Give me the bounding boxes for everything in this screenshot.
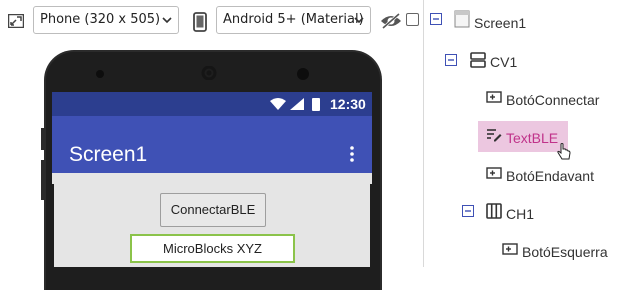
- tree-item-textble[interactable]: TextBLE: [506, 128, 558, 148]
- tree-item-boto-endavant[interactable]: BotóEndavant: [506, 166, 594, 186]
- tree-item-screen1[interactable]: Screen1: [474, 13, 526, 33]
- button-icon: [486, 91, 502, 103]
- theme-select[interactable]: Android 5+ (Material): [216, 6, 371, 34]
- chevron-down-icon: [354, 17, 364, 24]
- collapse-toggle-icon[interactable]: [445, 54, 457, 66]
- overflow-menu-icon[interactable]: [350, 146, 354, 162]
- device-size-value: Phone (320 x 505): [40, 12, 161, 27]
- chevron-down-icon: [162, 17, 172, 24]
- button-icon: [486, 167, 502, 179]
- viewer-panel: Phone (320 x 505) Android 5+ (Material): [0, 0, 423, 290]
- wifi-icon: [270, 98, 286, 110]
- signal-icon: [290, 98, 304, 110]
- horizontal-arrangement-icon: [486, 203, 502, 219]
- hand-pointer-icon: [557, 143, 571, 160]
- collapse-toggle-icon[interactable]: [462, 205, 474, 217]
- phone-sensor: [297, 68, 309, 80]
- panel-divider: [423, 0, 424, 267]
- tree-item-cv1[interactable]: CV1: [490, 52, 517, 72]
- status-icons: [270, 98, 320, 111]
- screen-icon: [454, 10, 470, 28]
- device-size-select[interactable]: Phone (320 x 505): [33, 6, 179, 34]
- button-icon: [502, 243, 518, 255]
- connect-ble-button[interactable]: ConnectarBLE: [160, 193, 266, 227]
- vertical-arrangement-icon: [470, 52, 486, 68]
- textbox-icon: [487, 129, 502, 142]
- show-hidden-checkbox[interactable]: [406, 13, 419, 26]
- tree-item-ch1[interactable]: CH1: [506, 204, 534, 224]
- status-time: 12:30: [330, 96, 366, 112]
- phone-side-button: [41, 128, 45, 150]
- status-bar: 12:30: [52, 92, 372, 116]
- app-title: Screen1: [69, 143, 148, 166]
- tree-item-boto-connectar[interactable]: BotóConnectar: [506, 90, 599, 110]
- collapse-toggle-icon[interactable]: [430, 13, 442, 25]
- battery-icon: [312, 98, 320, 111]
- theme-value: Android 5+ (Material): [223, 12, 364, 27]
- viewer-toolbar: Phone (320 x 505) Android 5+ (Material): [0, 0, 423, 40]
- phone-preview-icon[interactable]: [193, 12, 207, 32]
- phone-camera: [96, 70, 104, 78]
- phone-side-button: [41, 160, 45, 200]
- speaker-grille-icon: [201, 66, 217, 80]
- tree-item-boto-esquerra[interactable]: BotóEsquerra: [522, 242, 608, 262]
- textble-textbox[interactable]: MicroBlocks XYZ: [130, 234, 295, 263]
- fit-screen-icon[interactable]: [8, 14, 24, 28]
- hidden-components-icon[interactable]: [380, 12, 402, 30]
